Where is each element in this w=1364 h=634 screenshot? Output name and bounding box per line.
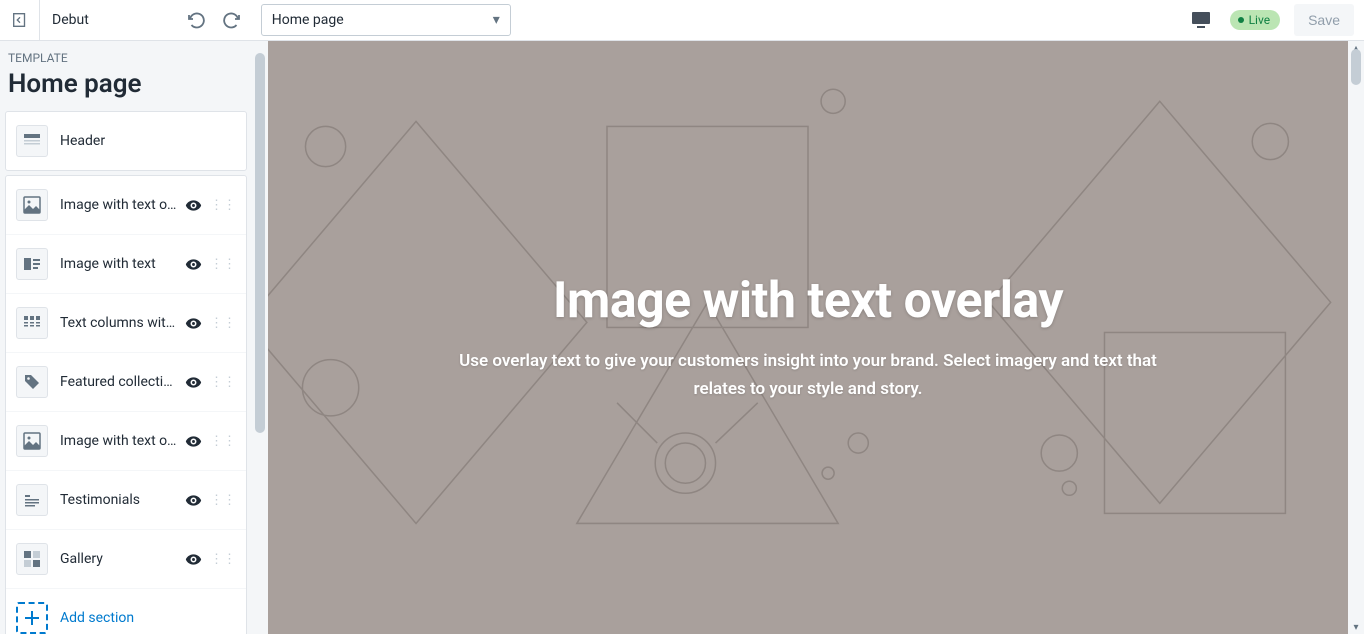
sidebar: TEMPLATE Home page Header Image with tex… bbox=[0, 41, 252, 634]
sidebar-item-label: Header bbox=[60, 133, 236, 149]
visibility-toggle[interactable] bbox=[184, 492, 202, 509]
sidebar-item-testimonials[interactable]: Testimonials ⋮⋮ bbox=[6, 471, 246, 530]
sidebar-item-header[interactable]: Header bbox=[6, 112, 246, 170]
sidebar-item-image-overlay[interactable]: Image with text ove... ⋮⋮ bbox=[6, 176, 246, 235]
sidebar-item-image-overlay-2[interactable]: Image with text ove... ⋮⋮ bbox=[6, 412, 246, 471]
sidebar-item-label: Featured collection bbox=[60, 374, 178, 390]
sidebar-sections-card: Image with text ove... ⋮⋮ Image with tex… bbox=[5, 175, 247, 634]
drag-handle-icon[interactable]: ⋮⋮ bbox=[210, 199, 236, 212]
image-overlay-icon bbox=[16, 189, 48, 221]
redo-button[interactable] bbox=[217, 5, 247, 35]
save-button[interactable]: Save bbox=[1294, 4, 1354, 36]
sidebar-header-card: Header bbox=[5, 111, 247, 171]
drag-handle-icon[interactable]: ⋮⋮ bbox=[210, 553, 236, 566]
main-area: TEMPLATE Home page Header Image with tex… bbox=[0, 41, 1364, 634]
sidebar-item-label: Testimonials bbox=[60, 492, 178, 508]
template-label: TEMPLATE bbox=[0, 41, 252, 69]
back-button[interactable] bbox=[0, 0, 40, 40]
sidebar-item-label: Text columns with i... bbox=[60, 315, 178, 331]
drag-handle-icon[interactable]: ⋮⋮ bbox=[210, 494, 236, 507]
sidebar-item-text-columns[interactable]: Text columns with i... ⋮⋮ bbox=[6, 294, 246, 353]
status-label: Live bbox=[1249, 13, 1270, 27]
gallery-icon bbox=[16, 543, 48, 575]
drag-handle-icon[interactable]: ⋮⋮ bbox=[210, 317, 236, 330]
scroll-down-icon[interactable]: ▾ bbox=[1348, 620, 1364, 634]
quote-icon bbox=[16, 484, 48, 516]
drag-handle-icon[interactable]: ⋮⋮ bbox=[210, 258, 236, 271]
undo-button[interactable] bbox=[181, 5, 211, 35]
preview-canvas: Image with text overlay Use overlay text… bbox=[268, 41, 1348, 634]
page-selector[interactable]: Home page ▾ bbox=[261, 4, 511, 36]
status-dot-icon bbox=[1238, 17, 1244, 23]
page-title: Home page bbox=[0, 69, 252, 109]
toolbar-right: Live Save bbox=[1186, 4, 1364, 36]
back-icon bbox=[11, 11, 29, 29]
desktop-icon bbox=[1191, 11, 1211, 29]
top-toolbar: Debut Home page ▾ Live Save bbox=[0, 0, 1364, 41]
undo-icon bbox=[186, 10, 206, 30]
image-text-icon bbox=[16, 248, 48, 280]
status-badge: Live bbox=[1230, 10, 1280, 30]
sidebar-item-label: Image with text ove... bbox=[60, 433, 178, 449]
viewport-desktop-button[interactable] bbox=[1186, 5, 1216, 35]
image-overlay-icon bbox=[16, 425, 48, 457]
header-icon bbox=[16, 125, 48, 157]
sidebar-item-label: Image with text ove... bbox=[60, 197, 178, 213]
preview-scrollbar-right[interactable]: ▴ ▾ bbox=[1348, 41, 1364, 634]
page-selector-value: Home page bbox=[272, 12, 344, 28]
sidebar-item-label: Add section bbox=[60, 610, 236, 626]
sidebar-item-gallery[interactable]: Gallery ⋮⋮ bbox=[6, 530, 246, 589]
visibility-toggle[interactable] bbox=[184, 256, 202, 273]
hero-body: Use overlay text to give your customers … bbox=[448, 348, 1168, 402]
columns-icon bbox=[16, 307, 48, 339]
history-controls bbox=[181, 5, 247, 35]
sidebar-add-section[interactable]: Add section bbox=[6, 589, 246, 634]
add-section-icon bbox=[16, 602, 48, 634]
drag-handle-icon[interactable]: ⋮⋮ bbox=[210, 435, 236, 448]
scrollbar-thumb[interactable] bbox=[255, 53, 265, 433]
sidebar-item-label: Image with text bbox=[60, 256, 178, 272]
visibility-toggle[interactable] bbox=[184, 433, 202, 450]
scrollbar-thumb[interactable] bbox=[1351, 49, 1361, 85]
redo-icon bbox=[222, 10, 242, 30]
preview-scrollbar-left[interactable] bbox=[252, 41, 268, 634]
visibility-toggle[interactable] bbox=[184, 197, 202, 214]
preview-wrap: Image with text overlay Use overlay text… bbox=[252, 41, 1364, 634]
hero-heading: Image with text overlay bbox=[448, 272, 1168, 330]
hero-content: Image with text overlay Use overlay text… bbox=[388, 272, 1228, 402]
visibility-toggle[interactable] bbox=[184, 374, 202, 391]
visibility-toggle[interactable] bbox=[184, 315, 202, 332]
drag-handle-icon[interactable]: ⋮⋮ bbox=[210, 376, 236, 389]
sidebar-item-image-text[interactable]: Image with text ⋮⋮ bbox=[6, 235, 246, 294]
chevron-down-icon: ▾ bbox=[493, 12, 500, 28]
sidebar-item-featured-collection[interactable]: Featured collection ⋮⋮ bbox=[6, 353, 246, 412]
tag-icon bbox=[16, 366, 48, 398]
visibility-toggle[interactable] bbox=[184, 551, 202, 568]
sidebar-item-label: Gallery bbox=[60, 551, 178, 567]
theme-name: Debut bbox=[40, 12, 101, 28]
